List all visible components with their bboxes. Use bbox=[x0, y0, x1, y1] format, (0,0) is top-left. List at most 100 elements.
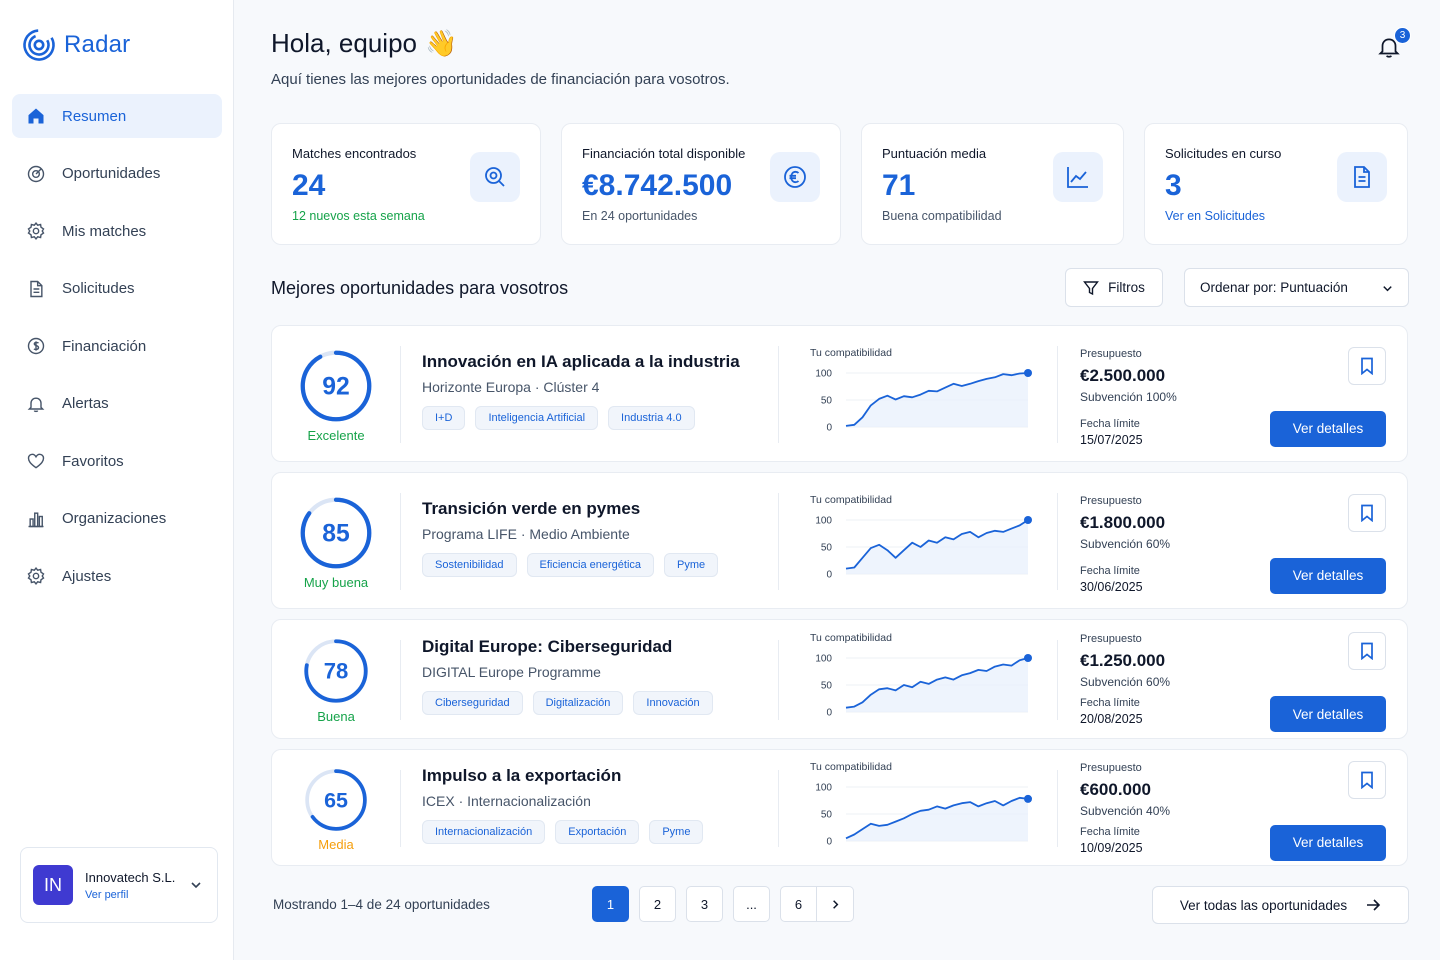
page-button-1[interactable]: 1 bbox=[592, 886, 629, 922]
opportunity-program: Horizonte Europa · Clúster 4 bbox=[422, 378, 600, 395]
notifications-badge: 3 bbox=[1394, 27, 1411, 44]
sparkline-endpoint bbox=[1024, 794, 1032, 803]
sidebar-item-label: Organizaciones bbox=[62, 510, 167, 527]
tag[interactable]: Innovación bbox=[633, 691, 713, 715]
section-title: Mejores oportunidades para vosotros bbox=[271, 278, 569, 298]
view-profile-link[interactable]: Ver perfil bbox=[85, 889, 175, 901]
y-tick-label: 100 bbox=[815, 369, 832, 380]
bookmark-button[interactable] bbox=[1348, 632, 1386, 670]
chart-caption: Tu compatibilidad bbox=[810, 632, 892, 644]
sidebar-item-alertas[interactable]: Alertas bbox=[12, 382, 222, 426]
waving-hand-emoji: 👋 bbox=[425, 28, 458, 58]
opportunity-card[interactable]: 92 Excelente Innovación en IA aplicada a… bbox=[271, 325, 1408, 462]
page-button-6[interactable]: 6 bbox=[780, 886, 817, 922]
stat-card-funding[interactable]: Financiación total disponible €8.742.500… bbox=[561, 123, 841, 245]
score-value: 65 bbox=[324, 788, 348, 812]
budget-label: Presupuesto bbox=[1080, 494, 1142, 507]
stat-card-score[interactable]: Puntuación media 71 Buena compatibilidad bbox=[861, 123, 1124, 245]
view-details-button[interactable]: Ver detalles bbox=[1270, 410, 1386, 447]
filters-label: Filtros bbox=[1108, 280, 1145, 295]
chart-caption: Tu compatibilidad bbox=[810, 761, 892, 773]
sidebar-item-label: Ajustes bbox=[62, 567, 112, 585]
tag[interactable]: Ciberseguridad bbox=[422, 691, 523, 715]
arrow-right-icon bbox=[1367, 899, 1381, 911]
opportunity-title[interactable]: Digital Europe: Ciberseguridad bbox=[422, 637, 672, 657]
radar-logo-icon bbox=[23, 29, 55, 61]
score-gauge: 65 Media bbox=[296, 767, 376, 852]
opportunity-title[interactable]: Innovación en IA aplicada a la industria bbox=[422, 352, 740, 372]
deadline-value: 10/09/2025 bbox=[1080, 840, 1143, 855]
y-tick-label: 100 bbox=[815, 654, 832, 665]
tag[interactable]: I+D bbox=[422, 405, 466, 430]
app-logo[interactable]: Radar bbox=[22, 28, 130, 62]
compatibility-sparkline: 100 50 0 bbox=[815, 783, 1032, 848]
chart-caption: Tu compatibilidad bbox=[810, 494, 892, 506]
opportunity-title[interactable]: Impulso a la exportación bbox=[422, 766, 621, 786]
score-gauge: 78 Buena bbox=[296, 637, 376, 724]
view-details-button[interactable]: Ver detalles bbox=[1270, 557, 1386, 594]
sort-select[interactable]: Ordenar por: Puntuación bbox=[1184, 268, 1409, 307]
y-tick-label: 50 bbox=[821, 681, 833, 692]
filters-button[interactable]: Filtros bbox=[1065, 268, 1163, 307]
page-button-2[interactable]: 2 bbox=[639, 886, 676, 922]
app-name: Radar bbox=[64, 31, 131, 58]
tag[interactable]: Pyme bbox=[664, 552, 719, 577]
next-page-button[interactable] bbox=[817, 886, 854, 922]
home-icon bbox=[28, 108, 44, 124]
view-applications-link[interactable]: Ver en Solicitudes bbox=[1165, 209, 1387, 223]
profile-card[interactable]: IN Innovatech S.L. Ver perfil bbox=[20, 847, 218, 923]
score-ring: 85 bbox=[300, 497, 372, 569]
subsidy-value: Subvención 100% bbox=[1080, 389, 1177, 404]
view-details-button[interactable]: Ver detalles bbox=[1270, 696, 1386, 732]
sidebar-item-oportunidades[interactable]: Oportunidades bbox=[12, 152, 222, 196]
sidebar-item-favoritos[interactable]: Favoritos bbox=[12, 439, 222, 483]
view-all-label: Ver todas las oportunidades bbox=[1179, 897, 1348, 913]
y-tick-label: 0 bbox=[826, 708, 832, 719]
opportunity-program: ICEX · Internacionalización bbox=[422, 792, 591, 809]
tag[interactable]: Pyme bbox=[649, 819, 704, 844]
tag[interactable]: Exportación bbox=[555, 819, 640, 844]
tag[interactable]: Industria 4.0 bbox=[608, 405, 695, 430]
bookmark-button[interactable] bbox=[1348, 346, 1386, 385]
divider bbox=[1057, 640, 1058, 720]
chevron-down-icon[interactable] bbox=[189, 878, 203, 892]
subsidy-value: Subvención 40% bbox=[1080, 803, 1171, 818]
sidebar-item-organizaciones[interactable]: Organizaciones bbox=[12, 497, 222, 541]
tag[interactable]: Inteligencia Artificial bbox=[475, 405, 599, 430]
bookmark-button[interactable] bbox=[1348, 493, 1386, 532]
tag[interactable]: Internacionalización bbox=[422, 819, 546, 844]
opportunity-card[interactable]: 65 Media Impulso a la exportación ICEX ·… bbox=[271, 749, 1408, 866]
compatibility-chart: Tu compatibilidad 100 50 0 bbox=[802, 494, 1032, 591]
page-last-group: 6 bbox=[780, 886, 854, 922]
divider bbox=[778, 640, 779, 720]
stat-card-applications[interactable]: Solicitudes en curso 3 Ver en Solicitude… bbox=[1144, 123, 1408, 245]
view-all-opportunities-button[interactable]: Ver todas las oportunidades bbox=[1152, 886, 1409, 924]
opportunity-card[interactable]: 85 Muy buena Transición verde en pymes P… bbox=[271, 472, 1408, 609]
opportunity-card[interactable]: 78 Buena Digital Europe: Ciberseguridad … bbox=[271, 619, 1408, 739]
deadline-value: 15/07/2025 bbox=[1080, 432, 1143, 447]
sidebar-item-solicitudes[interactable]: Solicitudes bbox=[12, 267, 222, 311]
sidebar-item-label: Alertas bbox=[62, 395, 109, 412]
trend-chart-icon bbox=[1053, 152, 1103, 202]
compatibility-chart: Tu compatibilidad 100 50 0 bbox=[802, 632, 1032, 729]
sidebar-item-resumen[interactable]: Resumen bbox=[12, 94, 222, 138]
chevron-right-icon bbox=[832, 899, 838, 909]
greeting-text: Hola, equipo bbox=[271, 28, 417, 58]
tag[interactable]: Digitalización bbox=[532, 691, 624, 715]
sidebar-item-label: Resumen bbox=[62, 107, 127, 125]
bookmark-button[interactable] bbox=[1348, 760, 1386, 799]
opportunity-title[interactable]: Transición verde en pymes bbox=[422, 499, 640, 519]
stat-note: En 24 oportunidades bbox=[582, 209, 698, 223]
sidebar-item-mis-matches[interactable]: Mis matches bbox=[12, 209, 222, 253]
sidebar-item-financiacion[interactable]: Financiación bbox=[12, 324, 222, 368]
avatar: IN bbox=[33, 865, 73, 905]
page-button-3[interactable]: 3 bbox=[686, 886, 723, 922]
sidebar-item-ajustes[interactable]: Ajustes bbox=[12, 554, 222, 598]
subsidy-value: Subvención 60% bbox=[1080, 675, 1171, 689]
view-details-button[interactable]: Ver detalles bbox=[1270, 824, 1386, 861]
tag-list: I+D Inteligencia Artificial Industria 4.0 bbox=[422, 405, 695, 430]
stat-card-matches[interactable]: Matches encontrados 24 12 nuevos esta se… bbox=[271, 123, 541, 245]
tag[interactable]: Eficiencia energética bbox=[526, 552, 655, 577]
score-label: Buena bbox=[317, 709, 355, 724]
tag[interactable]: Sostenibilidad bbox=[422, 552, 517, 577]
